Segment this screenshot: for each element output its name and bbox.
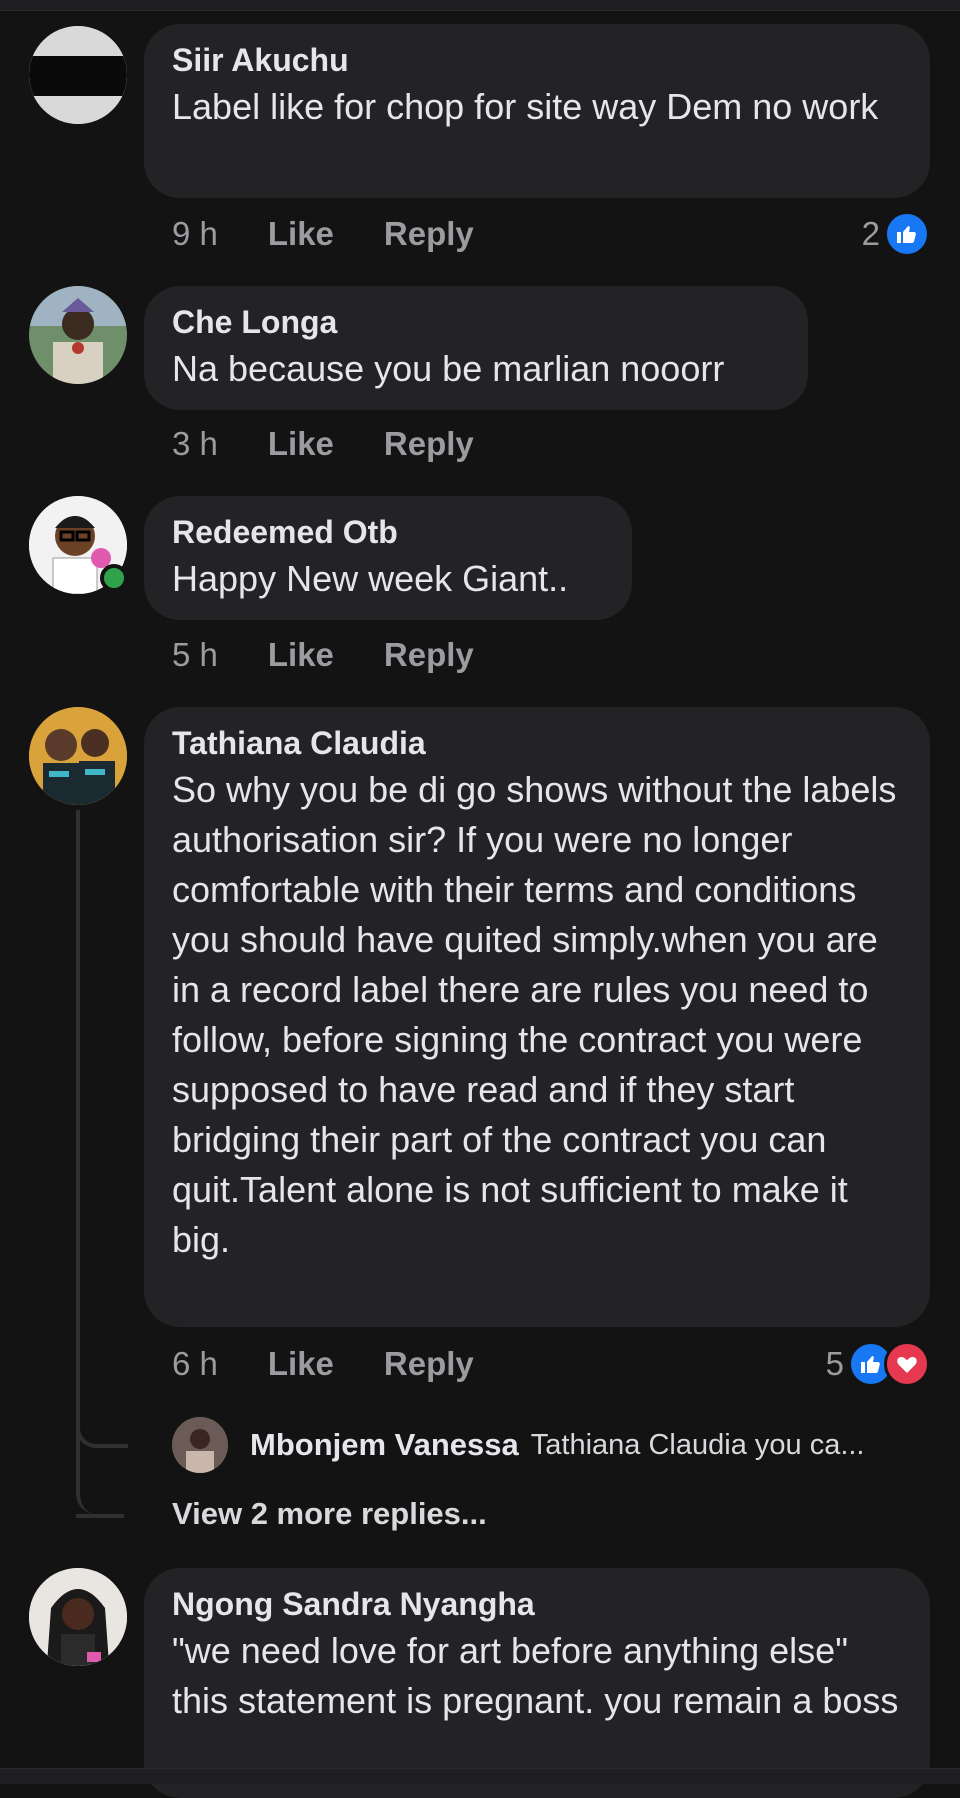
avatar[interactable] <box>29 707 127 805</box>
avatar-image <box>29 286 127 384</box>
comment-author[interactable]: Redeemed Otb <box>172 512 604 552</box>
thread-connector <box>76 1494 124 1518</box>
reply-avatar[interactable] <box>172 1417 228 1473</box>
like-button[interactable]: Like <box>268 215 334 253</box>
comment-actions: 6 h Like Reply <box>172 1340 524 1388</box>
avatar-image <box>29 1568 127 1666</box>
comment-author[interactable]: Ngong Sandra Nyangha <box>172 1584 902 1624</box>
reply-button[interactable]: Reply <box>384 1345 474 1383</box>
comment-bubble: Redeemed Otb Happy New week Giant.. <box>144 496 632 620</box>
like-button[interactable]: Like <box>268 1345 334 1383</box>
thread-connector <box>76 810 128 1514</box>
comment-actions: 5 h Like Reply <box>172 631 524 679</box>
reply-button[interactable]: Reply <box>384 425 474 463</box>
reply-button[interactable]: Reply <box>384 215 474 253</box>
reply-author[interactable]: Mbonjem Vanessa <box>250 1427 519 1463</box>
comment-text: Label like for chop for site way Dem no … <box>172 86 879 127</box>
comment-time[interactable]: 9 h <box>172 215 218 253</box>
online-status-dot <box>100 564 128 592</box>
thumbs-up-icon <box>884 211 930 257</box>
comment-bubble: Tathiana Claudia So why you be di go sho… <box>144 707 930 1327</box>
comment-time[interactable]: 3 h <box>172 425 218 463</box>
avatar[interactable] <box>29 286 127 384</box>
comment-text: Na because you be marlian nooorr <box>172 348 725 389</box>
comment-author[interactable]: Che Longa <box>172 302 780 342</box>
reply-text: Tathiana Claudia you ca... <box>530 1428 865 1461</box>
reaction-summary[interactable]: 2 <box>861 211 930 257</box>
reply-button[interactable]: Reply <box>384 636 474 674</box>
comment-actions: 3 h Like Reply <box>172 420 524 468</box>
top-divider <box>0 0 960 11</box>
reaction-summary[interactable]: 5 <box>825 1341 930 1387</box>
avatar-image <box>29 707 127 805</box>
like-button[interactable]: Like <box>268 636 334 674</box>
reply-preview[interactable]: Mbonjem Vanessa Tathiana Claudia you ca.… <box>172 1416 865 1474</box>
avatar[interactable] <box>29 26 127 124</box>
avatar[interactable] <box>29 1568 127 1666</box>
reply-avatar-image <box>172 1417 228 1473</box>
view-more-replies-link[interactable]: View 2 more replies... <box>172 1496 487 1532</box>
comment-time[interactable]: 5 h <box>172 636 218 674</box>
comment-bubble: Ngong Sandra Nyangha "we need love for a… <box>144 1568 930 1798</box>
bottom-divider <box>0 1768 960 1784</box>
comment-text: Happy New week Giant.. <box>172 558 569 599</box>
comment-bubble: Siir Akuchu Label like for chop for site… <box>144 24 930 198</box>
comment-actions: 9 h Like Reply <box>172 210 524 258</box>
like-button[interactable]: Like <box>268 425 334 463</box>
avatar-image <box>29 26 127 124</box>
reaction-count: 5 <box>825 1345 844 1382</box>
comment-text: So why you be di go shows without the la… <box>172 769 897 1260</box>
comment-bubble: Che Longa Na because you be marlian nooo… <box>144 286 808 410</box>
comment-author[interactable]: Siir Akuchu <box>172 40 902 80</box>
comment-text: "we need love for art before anything el… <box>172 1630 899 1721</box>
reaction-count: 2 <box>861 215 880 252</box>
comment-time[interactable]: 6 h <box>172 1345 218 1383</box>
comment-author[interactable]: Tathiana Claudia <box>172 723 902 763</box>
heart-icon <box>884 1341 930 1387</box>
